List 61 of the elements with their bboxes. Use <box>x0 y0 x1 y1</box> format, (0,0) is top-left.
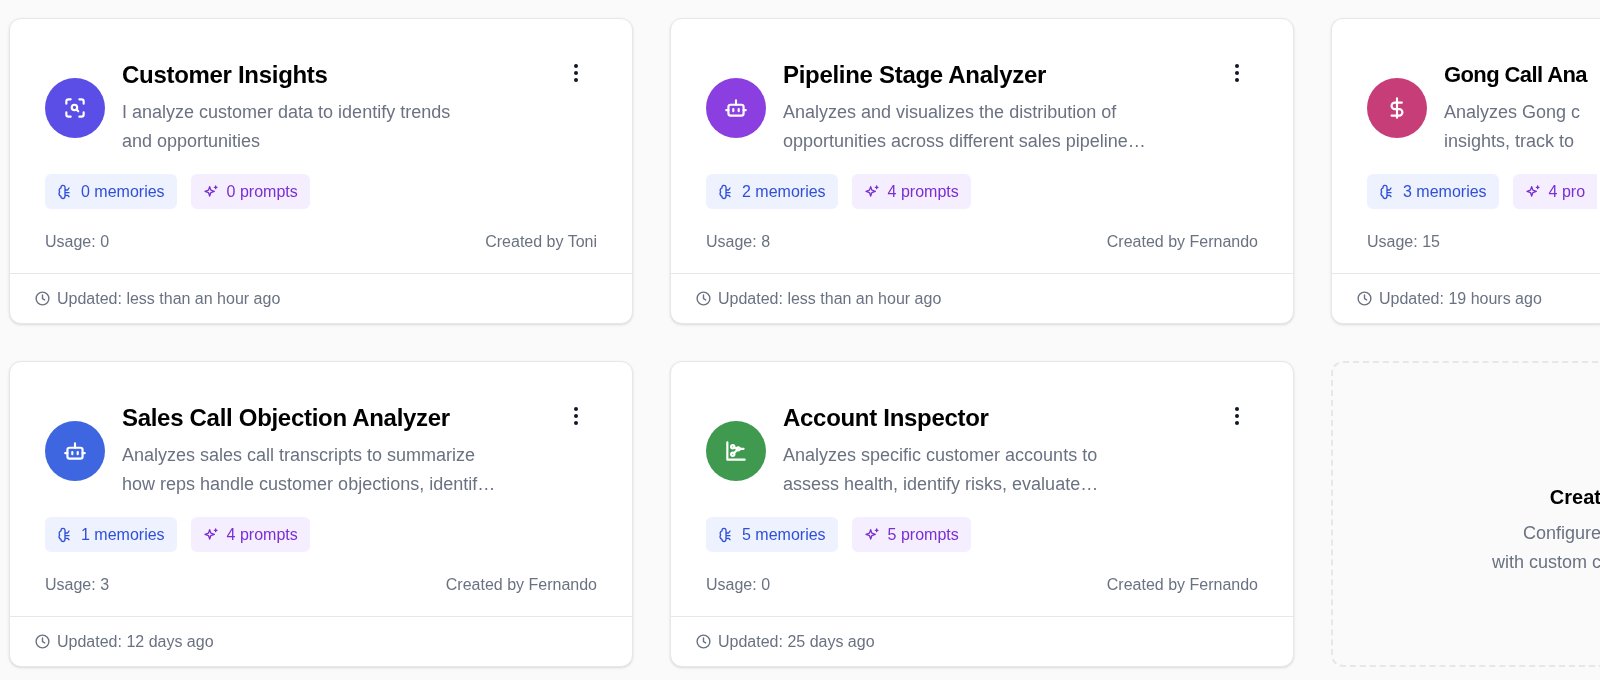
agent-title: Account Inspector <box>783 403 989 433</box>
agent-card[interactable]: Customer Insights I analyze customer data to identify trends and opportunities 0 memories 0 prompts Usage: 0 Created by Toni Updated: less than an hour ago <box>9 18 633 324</box>
updated-time: Updated: less than an hour ago <box>718 288 942 309</box>
brain-icon <box>57 183 73 200</box>
agent-description: Analyzes specific customer accounts to assess health, identify risks, evaluate… <box>783 444 1100 496</box>
agent-card[interactable]: Sales Call Objection Analyzer Analyzes sales call transcripts to summarize how reps handle customer objections, identif… 1 memories 4 prompts Usage: 3 Created by Fernando Updated: 12 days ago <box>9 361 633 667</box>
agent-description: Analyzes and visualizes the distribution of opportunities across different sales pipeline… <box>783 101 1147 153</box>
updated-time: Updated: 12 days ago <box>57 631 214 652</box>
sparkles-icon <box>202 526 219 543</box>
create-card-title: Creat <box>1549 485 1600 510</box>
sparkles-icon <box>863 526 880 543</box>
creator-label: Created by Toni <box>485 232 597 252</box>
create-agent-card[interactable]: Creat Configure with custom c <box>1331 361 1600 667</box>
agent-title: Customer Insights <box>122 60 328 90</box>
usage-count: Usage: 8 <box>706 232 771 252</box>
more-options-icon <box>573 63 579 83</box>
sparkles-icon <box>1524 183 1541 200</box>
prompts-badge: 4 prompts <box>851 174 971 209</box>
prompts-badge: 0 prompts <box>190 174 310 209</box>
agent-description: Analyzes sales call transcripts to summarize how reps handle customer objections, identif… <box>122 444 497 496</box>
memories-badge: 0 memories <box>45 174 177 209</box>
agent-title: Gong Call Ana <box>1444 61 1587 89</box>
usage-count: Usage: 3 <box>45 575 110 595</box>
agent-title: Sales Call Objection Analyzer <box>122 403 450 433</box>
creator-label: Created by Fernando <box>1106 232 1258 252</box>
clock-icon <box>34 633 51 650</box>
more-options-icon <box>573 406 579 426</box>
brain-icon <box>718 526 734 543</box>
updated-time: Updated: less than an hour ago <box>57 288 281 309</box>
agent-card[interactable]: Pipeline Stage Analyzer Analyzes and visualizes the distribution of opportunities across different sales pipeline… 2 memories 4 prompts Usage: 8 Created by Fernando Updated: less than an hour ago <box>670 18 1294 324</box>
create-card-description: Configure with custom c <box>1491 522 1600 574</box>
agent-card[interactable]: Gong Call Ana Analyzes Gong c insights, track to 3 memories 4 pro Usage: 15 Updated: 19 hours ago <box>1331 18 1600 324</box>
usage-count: Usage: 15 <box>1367 232 1440 252</box>
agent-description: Analyzes Gong c insights, track to <box>1444 101 1582 153</box>
brain-icon <box>718 183 734 200</box>
more-options-icon <box>1234 406 1240 426</box>
clock-icon <box>695 633 712 650</box>
sparkles-icon <box>202 183 219 200</box>
memories-badge: 1 memories <box>45 517 177 552</box>
memories-badge: 5 memories <box>706 517 838 552</box>
clock-icon <box>1356 290 1373 307</box>
usage-count: Usage: 0 <box>45 232 110 252</box>
agent-card[interactable]: Account Inspector Analyzes specific customer accounts to assess health, identify risks, evaluate… 5 memories 5 prompts Usage: 0 Created by Fernando Updated: 25 days ago <box>670 361 1294 667</box>
prompts-badge: 5 prompts <box>851 517 971 552</box>
agent-description: I analyze customer data to identify trends and opportunities <box>122 101 452 153</box>
more-options-icon <box>1234 63 1240 83</box>
creator-label: Created by Fernando <box>445 575 597 595</box>
clock-icon <box>34 290 51 307</box>
updated-time: Updated: 19 hours ago <box>1379 288 1542 309</box>
usage-count: Usage: 0 <box>706 575 771 595</box>
clock-icon <box>695 290 712 307</box>
brain-icon <box>1379 183 1395 200</box>
prompts-badge: 4 prompts <box>190 517 310 552</box>
creator-label: Created by Fernando <box>1106 575 1258 595</box>
agent-title: Pipeline Stage Analyzer <box>783 60 1046 90</box>
prompts-badge: 4 pro <box>1512 174 1598 209</box>
memories-badge: 2 memories <box>706 174 838 209</box>
brain-icon <box>57 526 73 543</box>
updated-time: Updated: 25 days ago <box>718 631 875 652</box>
memories-badge: 3 memories <box>1367 174 1499 209</box>
sparkles-icon <box>863 183 880 200</box>
